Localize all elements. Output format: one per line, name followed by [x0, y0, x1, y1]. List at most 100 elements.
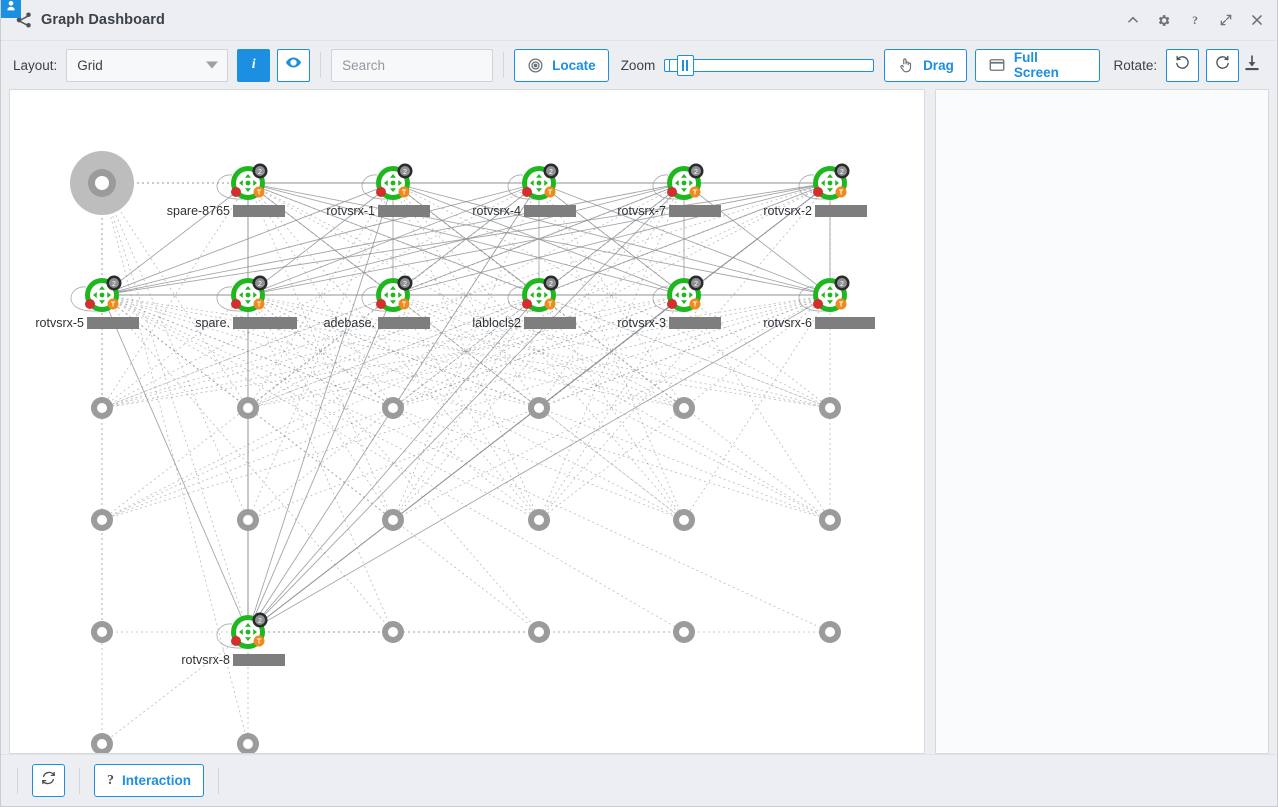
zoom-slider[interactable] — [664, 55, 875, 76]
graph-node-empty[interactable] — [819, 397, 841, 419]
graph-node-empty[interactable] — [673, 509, 695, 531]
interaction-button[interactable]: ? Interaction — [94, 764, 205, 797]
node-alarm-badge — [231, 187, 241, 197]
graph-edge — [101, 294, 540, 409]
search-input[interactable] — [331, 48, 494, 82]
graph-node-empty[interactable] — [673, 621, 695, 643]
svg-text:?: ? — [1192, 14, 1198, 27]
layout-select-value: Grid — [77, 57, 103, 73]
graph-node-empty[interactable] — [382, 509, 404, 531]
graph-node-empty[interactable] — [91, 733, 113, 754]
redacted-label-bar — [233, 654, 285, 666]
node-type-badge: T — [398, 186, 410, 198]
graph-node-empty[interactable] — [528, 397, 550, 419]
graph-node[interactable]: 2 Trotvsrx-4 — [472, 163, 576, 219]
locate-icon — [527, 57, 544, 74]
svg-text:T: T — [257, 639, 262, 646]
fullscreen-button[interactable]: Full Screen — [974, 48, 1100, 82]
node-alarm-badge — [376, 187, 386, 197]
graph-edge — [101, 182, 249, 521]
fullscreen-icon — [988, 56, 1006, 74]
svg-text:2: 2 — [403, 169, 407, 176]
download-button[interactable] — [1239, 52, 1265, 78]
graph-node-empty[interactable] — [528, 509, 550, 531]
graph-node[interactable]: 2 Trotvsrx-1 — [326, 163, 430, 219]
title-bar: Graph Dashboard ? — [1, 0, 1277, 41]
graph-node-empty[interactable] — [237, 397, 259, 419]
svg-text:2: 2 — [549, 169, 553, 176]
info-button[interactable]: i — [237, 48, 271, 82]
redacted-label-bar — [378, 317, 430, 329]
toolbar-divider-1 — [320, 52, 322, 78]
node-count-badge: 2 — [252, 612, 268, 628]
svg-text:2: 2 — [694, 169, 698, 176]
svg-text:T: T — [693, 302, 698, 309]
hand-pointer-icon — [897, 56, 915, 74]
redacted-label-bar — [87, 317, 139, 329]
graph-node-empty[interactable] — [673, 397, 695, 419]
node-count-badge: 2 — [252, 275, 268, 291]
refresh-button[interactable] — [32, 764, 65, 797]
node-alarm-badge — [522, 187, 532, 197]
drag-label: Drag — [923, 57, 954, 73]
node-type-badge: T — [107, 298, 119, 310]
node-alarm-badge — [667, 299, 677, 309]
graph-canvas[interactable]: 2 Tspare-8765 2 Trotvsrx-1 2 Trotvsrx-4 2 Trotv… — [9, 89, 925, 754]
app-icon-badge — [1, 0, 21, 18]
graph-node[interactable]: 2 Trotvsrx-8 — [181, 612, 285, 668]
graph-edge — [392, 294, 831, 409]
graph-node-empty[interactable] — [237, 733, 259, 754]
graph-node-selected[interactable] — [70, 151, 134, 215]
collapse-icon[interactable] — [1124, 12, 1141, 29]
graph-node-label: spare-8765 — [167, 204, 230, 218]
redacted-label-bar — [669, 317, 721, 329]
close-icon[interactable] — [1248, 12, 1265, 29]
redacted-label-bar — [815, 317, 875, 329]
zoom-slider-thumb[interactable] — [676, 55, 694, 76]
drag-button[interactable]: Drag — [884, 48, 967, 82]
graph-node-empty[interactable] — [91, 509, 113, 531]
redacted-label-bar — [378, 205, 430, 217]
graph-node-empty[interactable] — [382, 397, 404, 419]
svg-text:2: 2 — [840, 281, 844, 288]
svg-text:T: T — [402, 302, 407, 309]
svg-text:T: T — [548, 302, 553, 309]
graph-node-label: lablocls2 — [472, 316, 521, 330]
locate-button[interactable]: Locate — [514, 48, 609, 82]
graph-node-label: rotvsrx-5 — [35, 316, 84, 330]
graph-node-empty[interactable] — [819, 509, 841, 531]
download-icon — [1242, 53, 1262, 78]
graph-node[interactable]: 2 Tadebase. — [324, 275, 430, 331]
graph-node[interactable]: 2 Trotvsrx-5 — [35, 275, 139, 331]
gear-icon[interactable] — [1155, 12, 1172, 29]
main-toolbar: Layout: Grid i Search Locate Zoom Drag F… — [1, 41, 1277, 89]
graph-node-label: spare. — [195, 316, 230, 330]
rotate-ccw-button[interactable] — [1166, 48, 1200, 82]
svg-text:T: T — [839, 190, 844, 197]
graph-node-empty[interactable] — [237, 509, 259, 531]
graph-node[interactable]: 2 Tspare. — [195, 275, 297, 331]
graph-node-empty[interactable] — [382, 621, 404, 643]
maximize-icon[interactable] — [1217, 12, 1234, 29]
visibility-button[interactable] — [277, 48, 311, 82]
svg-text:2: 2 — [112, 281, 116, 288]
svg-text:T: T — [839, 302, 844, 309]
zoom-slider-track[interactable] — [669, 58, 875, 72]
graph-node-label: rotvsrx-6 — [763, 316, 812, 330]
node-alarm-badge — [522, 299, 532, 309]
question-icon: ? — [107, 772, 114, 788]
graph-node-empty[interactable] — [528, 621, 550, 643]
graph-node-empty[interactable] — [91, 621, 113, 643]
node-alarm-badge — [85, 299, 95, 309]
page-title: Graph Dashboard — [41, 12, 165, 28]
graph-node[interactable]: 2 Trotvsrx-7 — [617, 163, 721, 219]
help-icon[interactable]: ? — [1186, 12, 1203, 29]
layout-select[interactable]: Grid — [66, 48, 229, 82]
rotate-cw-button[interactable] — [1206, 48, 1240, 82]
details-side-panel[interactable] — [935, 89, 1269, 754]
graph-node-empty[interactable] — [819, 621, 841, 643]
svg-text:2: 2 — [258, 281, 262, 288]
footer-divider-3 — [218, 767, 220, 794]
graph-svg[interactable]: 2 Tspare-8765 2 Trotvsrx-1 2 Trotvsrx-4 2 Trotv… — [10, 90, 924, 754]
graph-node-empty[interactable] — [91, 397, 113, 419]
